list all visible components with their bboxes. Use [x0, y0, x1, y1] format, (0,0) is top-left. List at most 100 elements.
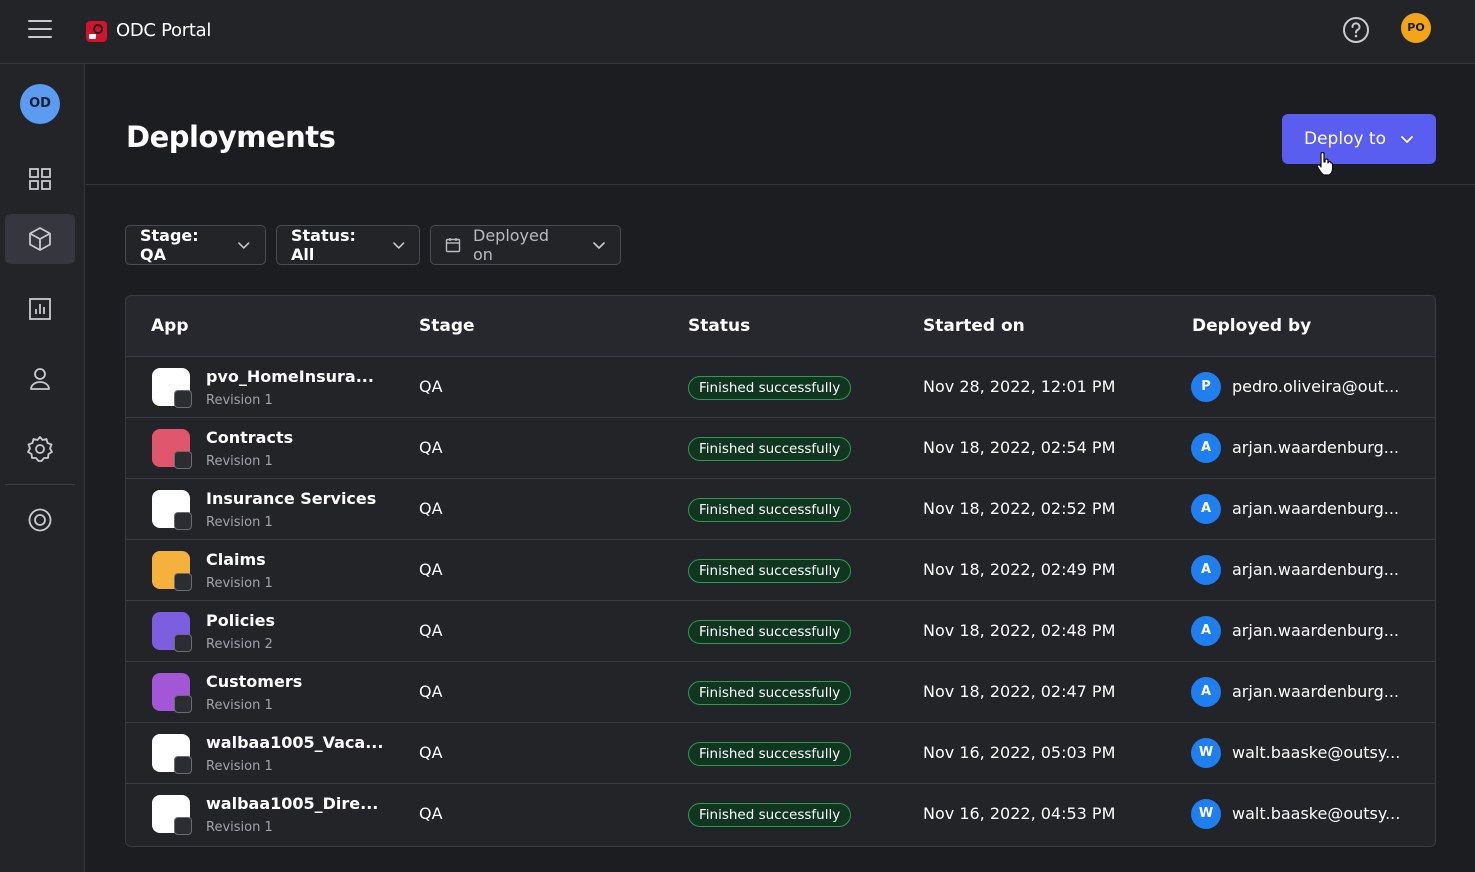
user-avatar[interactable]: PO [1401, 13, 1431, 43]
deployer-avatar: A [1191, 433, 1221, 463]
app-revision: Revision 1 [206, 576, 273, 591]
column-header-status[interactable]: Status [688, 316, 750, 336]
deployed-on-filter[interactable]: Deployed on [430, 225, 621, 265]
stage-value: QA [419, 682, 443, 701]
sidebar-item-settings[interactable] [5, 424, 75, 474]
deploy-to-button[interactable]: Deploy to [1282, 114, 1436, 164]
stage-value: QA [419, 499, 443, 518]
column-header-app[interactable]: App [151, 316, 189, 336]
started-on-value: Nov 18, 2022, 02:49 PM [923, 560, 1116, 579]
table-row[interactable]: Customers Revision 1 QA Finished success… [126, 662, 1435, 723]
deployer-email: arjan.waardenburg... [1232, 438, 1399, 457]
status-filter-label: Status: All [291, 226, 356, 264]
table-row[interactable]: Insurance Services Revision 1 QA Finishe… [126, 479, 1435, 540]
app-name[interactable]: pvo_HomeInsura... [206, 367, 374, 386]
app-icon [152, 368, 192, 408]
table-row[interactable]: Contracts Revision 1 QA Finished success… [126, 418, 1435, 479]
deployments-table: App Stage Status Started on Deployed by … [125, 295, 1436, 847]
status-filter[interactable]: Status: All [276, 225, 420, 265]
app-name[interactable]: Customers [206, 672, 302, 691]
started-on-value: Nov 16, 2022, 04:53 PM [923, 804, 1116, 823]
table-row[interactable]: Policies Revision 2 QA Finished successf… [126, 601, 1435, 662]
app-revision: Revision 1 [206, 454, 273, 469]
table-row[interactable]: walbaa1005_Dire... Revision 1 QA Finishe… [126, 784, 1435, 845]
status-badge: Finished successfully [688, 681, 852, 705]
started-on-value: Nov 18, 2022, 02:52 PM [923, 499, 1116, 518]
started-on-value: Nov 18, 2022, 02:47 PM [923, 682, 1116, 701]
table-row[interactable]: walbaa1005_Vaca... Revision 1 QA Finishe… [126, 723, 1435, 784]
deployer-email: arjan.waardenburg... [1232, 499, 1399, 518]
status-badge: Finished successfully [688, 620, 852, 644]
deployer-avatar: A [1191, 494, 1221, 524]
app-icon [152, 551, 192, 591]
chevron-down-icon [238, 242, 250, 249]
table-row[interactable]: pvo_HomeInsura... Revision 1 QA Finished… [126, 357, 1435, 418]
app-name[interactable]: Insurance Services [206, 489, 376, 508]
status-badge: Finished successfully [688, 437, 852, 461]
status-badge: Finished successfully [688, 803, 852, 827]
sidebar: OD [0, 64, 85, 872]
sidebar-item-users[interactable] [5, 354, 75, 404]
calendar-icon [445, 238, 461, 253]
gear-icon [27, 436, 53, 462]
app-name[interactable]: walbaa1005_Dire... [206, 794, 378, 813]
app-revision: Revision 1 [206, 820, 273, 835]
status-badge: Finished successfully [688, 376, 852, 400]
deployer-avatar: A [1191, 555, 1221, 585]
column-header-deployed-by[interactable]: Deployed by [1192, 316, 1311, 336]
deployer-avatar: A [1191, 677, 1221, 707]
chevron-down-icon [1401, 136, 1413, 143]
column-header-stage[interactable]: Stage [419, 316, 475, 336]
sidebar-item-support[interactable] [5, 495, 75, 545]
table-header: App Stage Status Started on Deployed by [126, 296, 1435, 357]
pointer-cursor-icon [1316, 152, 1334, 176]
page-title: Deployments [126, 120, 336, 154]
started-on-value: Nov 28, 2022, 12:01 PM [923, 377, 1116, 396]
app-name[interactable]: Claims [206, 550, 266, 569]
page-header: Deployments Deploy to [86, 64, 1475, 185]
chevron-down-icon [593, 242, 605, 249]
status-badge: Finished successfully [688, 742, 852, 766]
stage-filter-label: Stage: QA [140, 226, 199, 264]
lifebuoy-icon [28, 508, 52, 532]
top-bar: ODC Portal PO [0, 0, 1475, 64]
app-name[interactable]: Policies [206, 611, 275, 630]
stage-value: QA [419, 438, 443, 457]
deployer-avatar: W [1191, 799, 1221, 829]
deployer-email: walt.baaske@outsy... [1232, 804, 1401, 823]
app-icon [152, 490, 192, 530]
app-revision: Revision 1 [206, 393, 273, 408]
grid-icon [29, 168, 51, 190]
status-badge: Finished successfully [688, 559, 852, 583]
column-header-started-on[interactable]: Started on [923, 316, 1025, 336]
deployer-avatar: P [1191, 372, 1221, 402]
app-name[interactable]: Contracts [206, 428, 293, 447]
deploy-to-label: Deploy to [1304, 129, 1386, 149]
stage-value: QA [419, 804, 443, 823]
deployer-email: arjan.waardenburg... [1232, 682, 1399, 701]
table-row[interactable]: Claims Revision 1 QA Finished successful… [126, 540, 1435, 601]
deployed-on-filter-label: Deployed on [473, 226, 550, 264]
app-title[interactable]: ODC Portal [116, 20, 211, 41]
deployer-avatar: A [1191, 616, 1221, 646]
org-avatar[interactable]: OD [20, 84, 60, 124]
app-name[interactable]: walbaa1005_Vaca... [206, 733, 383, 752]
odc-logo-icon [86, 21, 107, 42]
help-icon[interactable] [1342, 16, 1370, 44]
sidebar-divider [5, 484, 75, 485]
stage-filter[interactable]: Stage: QA [125, 225, 266, 265]
sidebar-item-dashboard[interactable] [5, 154, 75, 204]
hamburger-menu-icon[interactable] [28, 20, 52, 40]
status-badge: Finished successfully [688, 498, 852, 522]
deployer-email: pedro.oliveira@out... [1232, 377, 1400, 396]
main-content: Deployments Deploy to Stage: QA Status: … [86, 64, 1475, 872]
sidebar-item-analytics[interactable] [5, 284, 75, 334]
app-icon [152, 673, 192, 713]
sidebar-item-apps[interactable] [5, 214, 75, 264]
app-icon [152, 429, 192, 469]
deployer-avatar: W [1191, 738, 1221, 768]
app-icon [152, 795, 192, 835]
app-revision: Revision 1 [206, 698, 273, 713]
started-on-value: Nov 18, 2022, 02:48 PM [923, 621, 1116, 640]
deployer-email: arjan.waardenburg... [1232, 621, 1399, 640]
